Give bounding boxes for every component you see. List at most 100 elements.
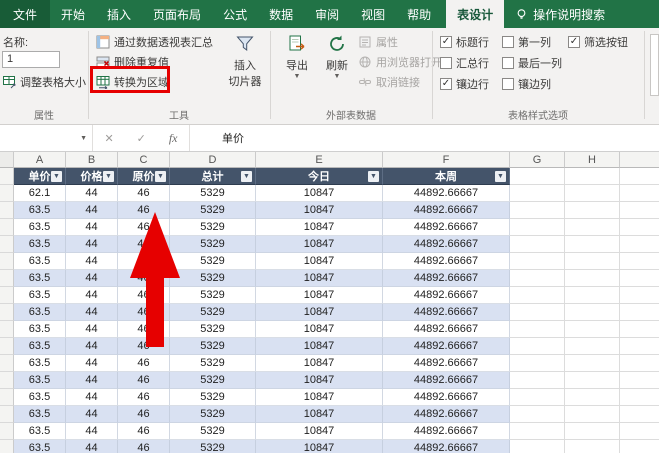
cell[interactable] bbox=[565, 253, 620, 270]
cell[interactable]: 46 bbox=[118, 389, 170, 406]
filter-dropdown-icon[interactable]: ▼ bbox=[51, 171, 62, 182]
row-header[interactable] bbox=[0, 440, 14, 453]
cell[interactable] bbox=[510, 338, 565, 355]
cell[interactable] bbox=[510, 372, 565, 389]
column-header-B[interactable]: B bbox=[66, 152, 118, 168]
cell[interactable]: 44892.66667 bbox=[383, 185, 510, 202]
cell[interactable]: 44 bbox=[66, 202, 118, 219]
cell[interactable]: 5329 bbox=[170, 389, 256, 406]
cell[interactable]: 44892.66667 bbox=[383, 236, 510, 253]
row-header[interactable] bbox=[0, 168, 14, 185]
name-box[interactable]: ▼ bbox=[0, 125, 93, 151]
select-all-corner[interactable] bbox=[0, 152, 14, 168]
style-option-5[interactable]: 最后一列 bbox=[502, 55, 562, 71]
row-header[interactable] bbox=[0, 253, 14, 270]
cell[interactable] bbox=[510, 423, 565, 440]
column-header-E[interactable]: E bbox=[256, 152, 383, 168]
cell[interactable]: 44892.66667 bbox=[383, 406, 510, 423]
table-header-2[interactable]: 价格 ▼ bbox=[66, 168, 118, 185]
cell[interactable] bbox=[510, 253, 565, 270]
cell[interactable] bbox=[565, 338, 620, 355]
cell[interactable]: 46 bbox=[118, 440, 170, 453]
cell[interactable] bbox=[565, 389, 620, 406]
cell[interactable]: 63.5 bbox=[14, 372, 66, 389]
cell[interactable]: 63.5 bbox=[14, 304, 66, 321]
cell[interactable] bbox=[510, 304, 565, 321]
cell[interactable]: 63.5 bbox=[14, 219, 66, 236]
cell[interactable]: 10847 bbox=[256, 338, 383, 355]
cell[interactable]: 44892.66667 bbox=[383, 440, 510, 453]
export-dropdown-icon[interactable]: ▼ bbox=[294, 73, 301, 80]
row-header[interactable] bbox=[0, 287, 14, 304]
style-option-1[interactable]: ✓ 标题行 bbox=[440, 34, 489, 50]
cell[interactable] bbox=[510, 168, 565, 185]
cell[interactable]: 44892.66667 bbox=[383, 372, 510, 389]
table-header-6[interactable]: 本周 ▼ bbox=[383, 168, 510, 185]
cell[interactable]: 63.5 bbox=[14, 236, 66, 253]
style-option-4[interactable]: 第一列 bbox=[502, 34, 551, 50]
row-header[interactable] bbox=[0, 423, 14, 440]
insert-function-icon[interactable]: fx bbox=[169, 131, 178, 146]
cell[interactable] bbox=[510, 440, 565, 453]
tab-5[interactable]: 数据 bbox=[258, 0, 304, 28]
cell[interactable] bbox=[565, 355, 620, 372]
filter-dropdown-icon[interactable]: ▼ bbox=[155, 171, 166, 182]
cell[interactable]: 44892.66667 bbox=[383, 219, 510, 236]
cell[interactable]: 10847 bbox=[256, 304, 383, 321]
tab-file[interactable]: 文件 bbox=[0, 0, 51, 28]
cell[interactable]: 44892.66667 bbox=[383, 304, 510, 321]
cell[interactable] bbox=[510, 185, 565, 202]
cell[interactable]: 10847 bbox=[256, 355, 383, 372]
checkbox-unchecked-icon[interactable] bbox=[502, 78, 514, 90]
style-option-2[interactable]: 汇总行 bbox=[440, 55, 489, 71]
cell[interactable]: 10847 bbox=[256, 406, 383, 423]
style-option-3[interactable]: ✓ 镶边行 bbox=[440, 76, 489, 92]
tab-8[interactable]: 帮助 bbox=[396, 0, 442, 28]
row-header[interactable] bbox=[0, 338, 14, 355]
checkbox-checked-icon[interactable]: ✓ bbox=[568, 36, 580, 48]
cell[interactable] bbox=[565, 185, 620, 202]
cell[interactable] bbox=[565, 270, 620, 287]
tab-7[interactable]: 视图 bbox=[350, 0, 396, 28]
cell[interactable]: 5329 bbox=[170, 406, 256, 423]
cell[interactable]: 44892.66667 bbox=[383, 423, 510, 440]
cell[interactable]: 46 bbox=[118, 406, 170, 423]
cell[interactable]: 46 bbox=[118, 372, 170, 389]
cell[interactable] bbox=[510, 406, 565, 423]
cell[interactable]: 10847 bbox=[256, 202, 383, 219]
tab-4[interactable]: 公式 bbox=[212, 0, 258, 28]
insert-slicer-button[interactable]: 插入 切片器 bbox=[222, 33, 268, 89]
cell[interactable]: 10847 bbox=[256, 372, 383, 389]
table-header-3[interactable]: 原价 ▼ bbox=[118, 168, 170, 185]
cell[interactable]: 44 bbox=[66, 372, 118, 389]
tab-1[interactable]: 开始 bbox=[50, 0, 96, 28]
cell[interactable]: 63.5 bbox=[14, 406, 66, 423]
cell[interactable]: 44 bbox=[66, 253, 118, 270]
row-header[interactable] bbox=[0, 304, 14, 321]
row-header[interactable] bbox=[0, 202, 14, 219]
cell[interactable]: 44 bbox=[66, 185, 118, 202]
cell[interactable]: 10847 bbox=[256, 440, 383, 453]
cell[interactable]: 44892.66667 bbox=[383, 355, 510, 372]
row-header[interactable] bbox=[0, 406, 14, 423]
cell[interactable]: 44 bbox=[66, 389, 118, 406]
tab-6[interactable]: 审阅 bbox=[304, 0, 350, 28]
column-header-D[interactable]: D bbox=[170, 152, 256, 168]
cell[interactable]: 10847 bbox=[256, 321, 383, 338]
cell[interactable]: 10847 bbox=[256, 253, 383, 270]
column-header-H[interactable]: H bbox=[565, 152, 620, 168]
row-header[interactable] bbox=[0, 236, 14, 253]
cell[interactable] bbox=[565, 372, 620, 389]
tab-2[interactable]: 插入 bbox=[96, 0, 142, 28]
cell[interactable] bbox=[565, 440, 620, 453]
row-header[interactable] bbox=[0, 372, 14, 389]
style-option-7[interactable]: ✓ 筛选按钮 bbox=[568, 34, 628, 50]
refresh-button[interactable]: 刷新 ▼ bbox=[318, 33, 356, 80]
cell[interactable]: 5329 bbox=[170, 355, 256, 372]
cell[interactable] bbox=[510, 270, 565, 287]
cell[interactable]: 44 bbox=[66, 236, 118, 253]
checkbox-checked-icon[interactable]: ✓ bbox=[440, 36, 452, 48]
cell[interactable] bbox=[510, 355, 565, 372]
cell[interactable] bbox=[565, 236, 620, 253]
cell[interactable]: 63.5 bbox=[14, 270, 66, 287]
